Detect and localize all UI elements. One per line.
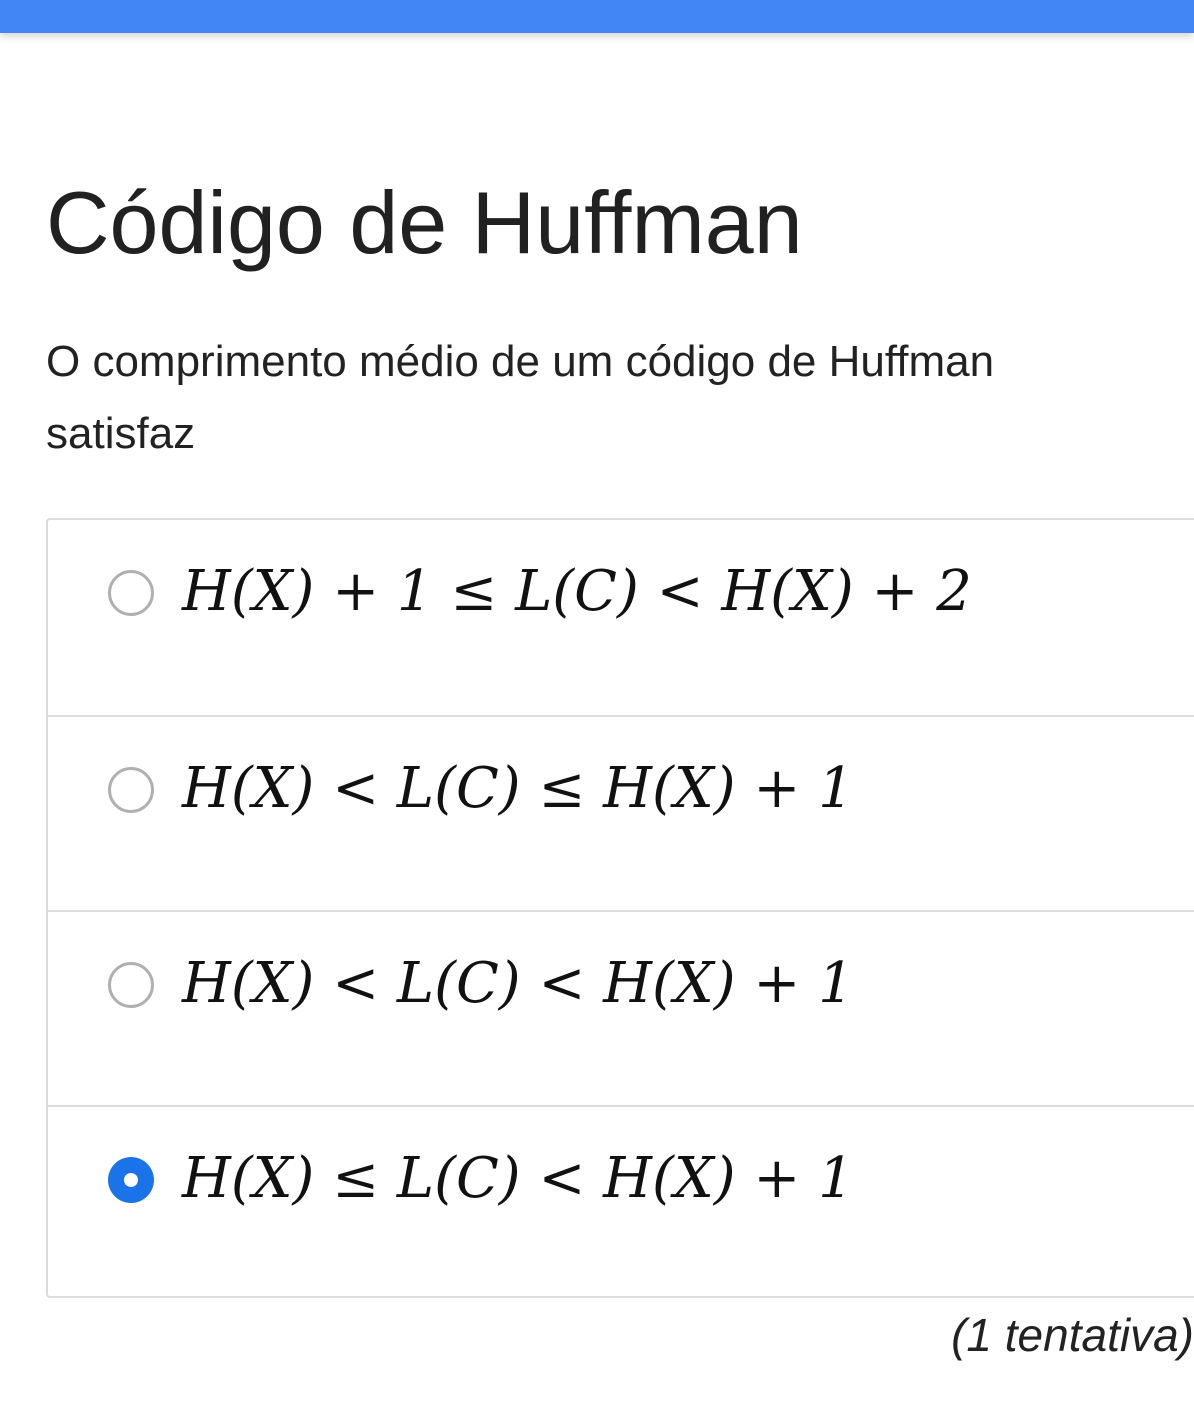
answer-option-1[interactable]: H(X) + 1 ≤ L(C) < H(X) + 2 (48, 520, 1194, 715)
radio-button-4-selected[interactable] (108, 1157, 154, 1203)
option-formula-3: H(X) < L(C) < H(X) + 1 (182, 951, 854, 1016)
option-formula-1: H(X) + 1 ≤ L(C) < H(X) + 2 (182, 559, 972, 624)
top-app-bar (0, 0, 1194, 33)
radio-button-2[interactable] (108, 767, 154, 813)
answer-option-4[interactable]: H(X) ≤ L(C) < H(X) + 1 (48, 1105, 1194, 1300)
answer-option-3[interactable]: H(X) < L(C) < H(X) + 1 (48, 910, 1194, 1105)
radio-button-3[interactable] (108, 962, 154, 1008)
radio-dot-icon (124, 1173, 138, 1187)
attempts-count: (1 tentativa) (951, 1309, 1194, 1361)
option-formula-4: H(X) ≤ L(C) < H(X) + 1 (182, 1146, 854, 1211)
answer-options: H(X) + 1 ≤ L(C) < H(X) + 2 H(X) < L(C) ≤… (46, 518, 1194, 1298)
radio-button-1[interactable] (108, 570, 154, 616)
answer-option-2[interactable]: H(X) < L(C) ≤ H(X) + 1 (48, 715, 1194, 910)
option-formula-2: H(X) < L(C) ≤ H(X) + 1 (182, 756, 854, 821)
page-title: Código de Huffman (46, 173, 803, 272)
question-text: O comprimento médio de um código de Huff… (46, 337, 995, 458)
